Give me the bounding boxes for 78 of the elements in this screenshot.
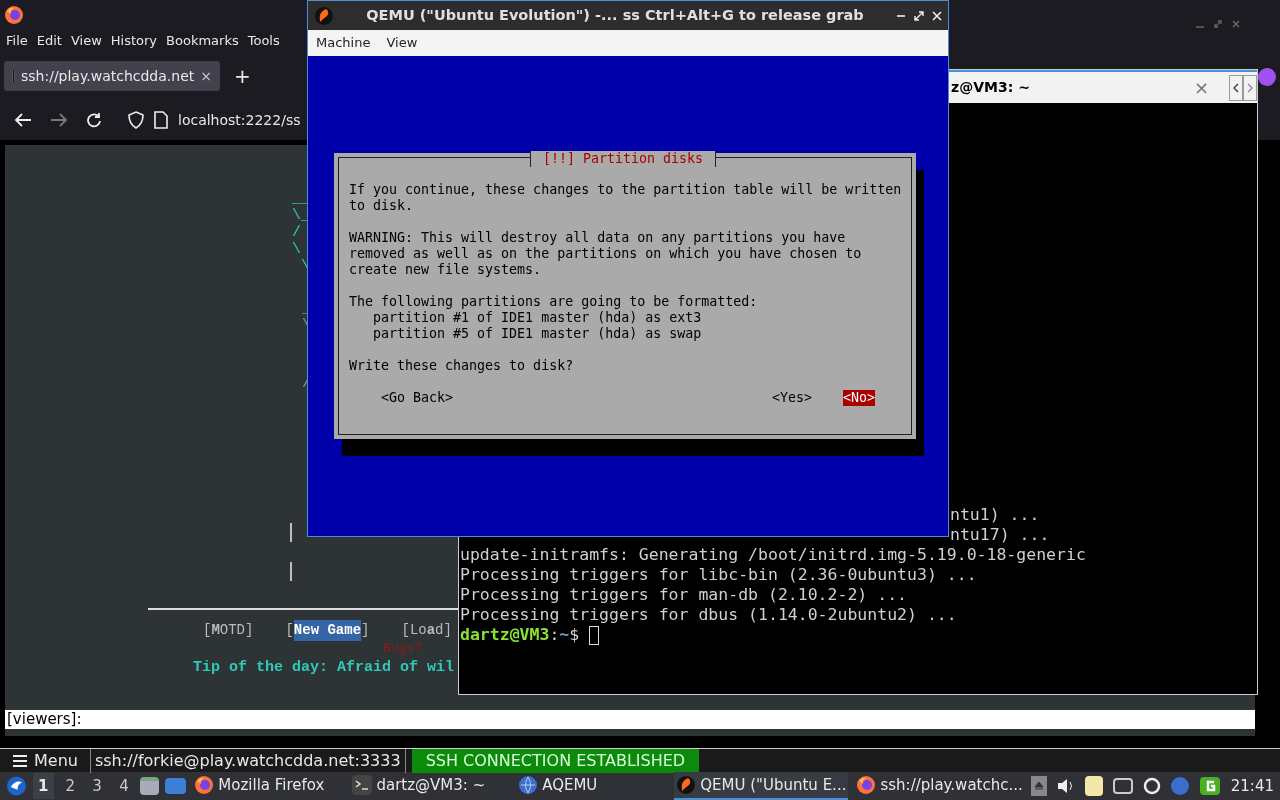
clock: 21:41 — [1230, 775, 1274, 797]
dialog-button[interactable]: <No> — [842, 390, 875, 406]
g-icon[interactable] — [1198, 776, 1221, 796]
workspace-button[interactable]: 3 — [86, 773, 108, 799]
workspace-button[interactable]: 4 — [113, 773, 135, 799]
menu-item[interactable]: View — [386, 33, 418, 53]
ascii-art: | — [285, 520, 297, 546]
prompt-symbol: $ — [569, 625, 580, 645]
workspace-button[interactable]: 1 — [32, 773, 54, 799]
sync-icon[interactable] — [1142, 777, 1161, 795]
menu-item[interactable]: View — [70, 31, 102, 51]
terminal-line: ntu1) ... — [950, 505, 1041, 525]
terminal-line: Processing triggers for libc-bin (2.36-0ubuntu3) ... — [460, 565, 978, 585]
menu-item[interactable]: File — [6, 31, 28, 51]
dialog-paragraph: If you continue, these changes to the partition table will be written to disk. — [349, 182, 903, 214]
browser-tab[interactable]: ssh://play.watchcdda.net × — [4, 61, 220, 91]
back-icon[interactable] — [14, 112, 32, 128]
scroll-left-icon[interactable] — [1229, 74, 1243, 101]
firefox-icon — [856, 775, 877, 795]
bugs-text: Bugs? — [383, 640, 422, 658]
terminal-tab-title[interactable]: z@VM3: ~ — [951, 77, 1030, 98]
text-cursor — [589, 625, 600, 645]
bird-icon — [314, 5, 334, 26]
taskbar-button[interactable]: AQEMU — [516, 772, 669, 800]
input-field[interactable]: [viewers]: — [5, 710, 1255, 729]
firefox-icon — [194, 775, 215, 795]
menu-item[interactable]: Machine — [316, 33, 371, 53]
menu-item[interactable]: History — [110, 31, 158, 51]
dialog-button[interactable]: <Yes> — [771, 390, 812, 406]
tip-text: Tip of the day: Afraid of wil — [193, 658, 455, 678]
new-tab-button[interactable]: + — [234, 61, 251, 91]
prompt-path: ~ — [559, 625, 570, 645]
notification-icon[interactable] — [1170, 777, 1189, 795]
extension-icon[interactable] — [1258, 68, 1276, 86]
dialog-paragraph: WARNING: This will destroy all data on any partitions you have removed as well as on the partitions on which you have chosen to create new file systems. — [349, 230, 863, 278]
menu-item[interactable]: Edit — [36, 31, 62, 51]
workspace-button[interactable]: 2 — [59, 773, 81, 799]
dialog-button[interactable]: <Go Back> — [381, 390, 454, 406]
terminal-line: update-initramfs: Generating /boot/initrd.img-5.19.0-18-generic — [460, 545, 1087, 565]
firefox-icon — [4, 5, 24, 25]
window-title: QEMU ("Ubuntu Evolution") -... ss Ctrl+Alt+G to release grab — [365, 5, 865, 25]
volume-icon[interactable] — [1056, 778, 1075, 794]
taskbar-button[interactable]: QEMU ("Ubuntu E... — [674, 772, 849, 800]
desktop-icon[interactable] — [165, 778, 187, 794]
file-cabinet-icon[interactable] — [140, 777, 160, 795]
url-field[interactable]: localhost:2222/ss — [178, 109, 301, 131]
dialog-title: [!!] Partition disks — [530, 151, 717, 167]
clipboard-icon[interactable] — [1084, 776, 1103, 796]
network-icon[interactable] — [1112, 778, 1133, 794]
bird-icon[interactable] — [6, 775, 27, 797]
dialog-paragraph: The following partitions are going to be formatted: partition #1 of IDE1 master (hda) as ext3 partition #5 of IDE1 master (hda) as swap — [349, 294, 759, 342]
shield-icon — [128, 111, 144, 129]
taskbar-button[interactable]: Mozilla Firefox — [192, 772, 345, 800]
connection-status: SSH CONNECTION ESTABLISHED — [411, 748, 700, 773]
menu-option[interactable]: [Load] — [401, 620, 452, 641]
menu-icon — [12, 753, 28, 768]
taskbar-button[interactable]: dartz@VM3: ~ — [350, 772, 511, 800]
prompt-user: dartz@VM3 — [460, 625, 550, 645]
close-icon[interactable]: × — [200, 65, 212, 87]
close-icon[interactable]: × — [1193, 74, 1209, 101]
taskbar-button[interactable]: ssh://play.watchc... — [854, 772, 1025, 800]
page-icon — [154, 111, 168, 129]
ascii-art: | — [285, 559, 297, 585]
prompt-separator: : — [549, 625, 560, 645]
tab-title: ssh://play.watchcdda.net — [21, 66, 195, 86]
bird-icon — [676, 775, 697, 795]
reload-icon[interactable] — [86, 112, 102, 128]
dialog-paragraph: Write these changes to disk? — [349, 358, 575, 374]
menu-option[interactable]: [MOTD] — [203, 620, 254, 641]
terminal-line: Processing triggers for dbus (1.14.0-2ubuntu2) ... — [460, 605, 958, 625]
scroll-right-icon[interactable] — [1243, 74, 1257, 101]
globe-icon — [518, 775, 539, 795]
menu-item[interactable]: Bookmarks — [166, 31, 239, 51]
terminal-line: Processing triggers for man-db (2.10.2-2) ... — [460, 585, 909, 605]
menu-item[interactable]: Tools — [247, 31, 280, 51]
eject-icon[interactable] — [1030, 776, 1047, 796]
terminal-line: ntu17) ... — [950, 525, 1051, 545]
forward-icon[interactable] — [50, 112, 68, 128]
